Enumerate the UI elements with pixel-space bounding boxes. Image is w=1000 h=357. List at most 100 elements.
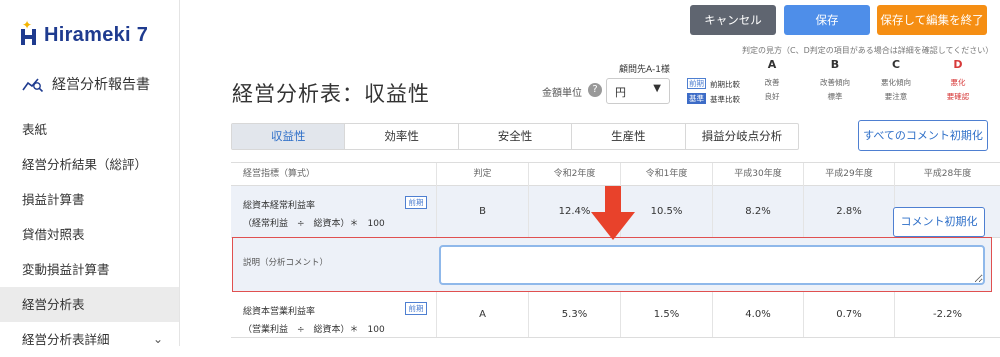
value-cell: 2.8%	[803, 186, 894, 237]
indicator-formula: （経常利益 ÷ 総資本）＊ 100	[243, 219, 385, 229]
table-row: 総資本営業利益率 前期 （営業利益 ÷ 総資本）＊ 100 A 5.3% 1.5…	[231, 292, 1000, 338]
reset-comment-button[interactable]: コメント初期化	[893, 207, 985, 237]
column-header: 平成30年度	[712, 163, 803, 186]
reset-all-comments-button[interactable]: すべてのコメント初期化	[858, 120, 988, 151]
comment-input[interactable]	[439, 245, 985, 285]
sidebar-item-label: 経営分析表	[22, 297, 85, 312]
grade-base-meaning: 要確認	[946, 92, 970, 101]
grade-prev-meaning: 悪化傾向	[881, 78, 911, 87]
value: 5.3%	[561, 308, 588, 320]
tab-safety[interactable]: 安全性	[459, 124, 573, 149]
report-title: 経営分析報告書	[22, 74, 172, 94]
grade-legend-a: A 改善 良好	[742, 58, 802, 104]
grade-base-meaning: 標準	[827, 92, 843, 101]
sidebar-item-label: 表紙	[22, 122, 48, 137]
grade-letter: D	[953, 58, 963, 71]
tab-breakeven[interactable]: 損益分岐点分析	[686, 124, 798, 149]
column-header: 平成29年度	[803, 163, 894, 186]
sidebar-item-label: 経営分析結果（総評）	[22, 157, 148, 172]
page-title: 経営分析表：収益性	[232, 82, 430, 106]
chevron-down-icon: ⌄	[152, 332, 163, 346]
base-compare-tag: 基準	[687, 93, 706, 104]
sidebar-item-analysis-detail[interactable]: 経営分析表詳細 ⌄	[0, 322, 179, 357]
sidebar-nav: 表紙 経営分析結果（総評） 損益計算書 貸借対照表 変動損益計算書 経営分析表 …	[0, 112, 179, 357]
column-header: 平成28年度	[894, 163, 1000, 186]
value-cell: 4.0%	[712, 292, 803, 337]
report-title-label: 経営分析報告書	[52, 77, 150, 93]
sidebar-item-cover[interactable]: 表紙	[0, 112, 179, 147]
value-cell: -2.2%	[894, 292, 1000, 337]
sidebar-item-balance-sheet[interactable]: 貸借対照表	[0, 217, 179, 252]
column-header: 令和1年度	[620, 163, 712, 186]
sidebar: ✦ Hirameki 7 経営分析報告書 表紙 経営分析結果（総評） 損益計算書…	[0, 0, 180, 347]
prev-compare-tag: 前期	[405, 196, 427, 209]
client-name: 顧問先A-1様	[619, 65, 670, 75]
value-cell: 5.3%	[528, 292, 620, 337]
save-button[interactable]: 保存	[784, 5, 870, 35]
indicator-formula: （営業利益 ÷ 総資本）＊ 100	[243, 325, 385, 335]
comment-row: 説明（分析コメント）	[232, 237, 992, 292]
grade-legend-title: 判定の見方（C、D判定の項目がある場合は詳細を確認してください）	[742, 46, 994, 55]
indicator-cell: 総資本営業利益率 前期 （営業利益 ÷ 総資本）＊ 100	[231, 292, 436, 337]
analytics-icon	[22, 78, 44, 92]
sidebar-item-analysis-table[interactable]: 経営分析表	[0, 287, 179, 322]
unit-label: 金額単位	[542, 88, 582, 99]
value: 8.2%	[745, 205, 771, 217]
value-cell: 1.5%	[620, 292, 712, 337]
value: 0.7%	[836, 308, 862, 320]
column-header: 判定	[436, 163, 528, 186]
grade-value: A	[479, 308, 486, 320]
sidebar-item-label: 損益計算書	[22, 192, 85, 207]
sidebar-item-variable-cost[interactable]: 変動損益計算書	[0, 252, 179, 287]
value: 1.5%	[653, 308, 680, 320]
comment-label: 説明（分析コメント）	[243, 258, 329, 268]
prev-compare-tag: 前期	[405, 302, 427, 315]
grade-prev-meaning: 改善	[764, 78, 780, 87]
grade-cell: A	[436, 292, 528, 337]
grade-legend-c: C 悪化傾向 要注意	[866, 58, 926, 104]
indicator-name: 総資本経常利益率	[243, 201, 316, 211]
logo-h-icon	[21, 29, 36, 45]
cancel-button[interactable]: キャンセル	[690, 5, 776, 35]
tab-profitability[interactable]: 収益性	[232, 124, 346, 149]
column-header: 令和2年度	[528, 163, 620, 186]
sidebar-item-income-statement[interactable]: 損益計算書	[0, 182, 179, 217]
save-and-exit-button[interactable]: 保存して編集を終了	[877, 5, 987, 35]
app-logo[interactable]: ✦ Hirameki 7	[20, 18, 160, 50]
help-icon[interactable]: ?	[588, 83, 602, 97]
grade-prev-meaning: 改善傾向	[820, 78, 850, 87]
annotation-arrow-down-icon	[591, 186, 635, 240]
grade-letter: B	[830, 58, 840, 71]
indicator-cell: 総資本経常利益率 前期 （経常利益 ÷ 総資本）＊ 100	[231, 186, 436, 237]
value: -2.2%	[932, 308, 962, 320]
sidebar-item-label: 経営分析表詳細	[22, 332, 110, 347]
column-header: 経営指標（算式）	[243, 169, 316, 179]
indicator-name: 総資本営業利益率	[243, 307, 316, 317]
grade-letter: A	[767, 58, 777, 71]
logo-text: Hirameki 7	[44, 24, 149, 46]
grade-legend-d: D 悪化 要確認	[928, 58, 988, 104]
base-compare-label: 基準比較	[710, 95, 740, 104]
value-cell: 0.7%	[803, 292, 894, 337]
grade-legend-b: B 改善傾向 標準	[805, 58, 865, 104]
grade-letter: C	[891, 58, 901, 71]
sidebar-item-label: 変動損益計算書	[22, 262, 110, 277]
grade-value: B	[479, 205, 486, 217]
unit-select-value: 円	[615, 86, 626, 99]
category-tabs: 収益性 効率性 安全性 生産性 損益分岐点分析	[231, 123, 799, 150]
prev-compare-tag: 前期	[687, 78, 706, 89]
grade-base-meaning: 良好	[764, 92, 780, 101]
tab-productivity[interactable]: 生産性	[572, 124, 686, 149]
grade-base-meaning: 要注意	[884, 92, 908, 101]
prev-compare-label: 前期比較	[710, 80, 740, 89]
unit-select[interactable]: 円 ▼	[606, 78, 670, 104]
table-header: 経営指標（算式） 判定 令和2年度 令和1年度 平成30年度 平成29年度 平成…	[231, 162, 1000, 186]
grade-cell: B	[436, 186, 528, 237]
sidebar-item-summary[interactable]: 経営分析結果（総評）	[0, 147, 179, 182]
grade-prev-meaning: 悪化	[950, 78, 966, 87]
tab-efficiency[interactable]: 効率性	[345, 124, 459, 149]
value: 2.8%	[836, 205, 862, 217]
sidebar-item-label: 貸借対照表	[22, 227, 85, 242]
chevron-down-icon: ▼	[653, 83, 661, 94]
value-cell: 8.2%	[712, 186, 803, 237]
